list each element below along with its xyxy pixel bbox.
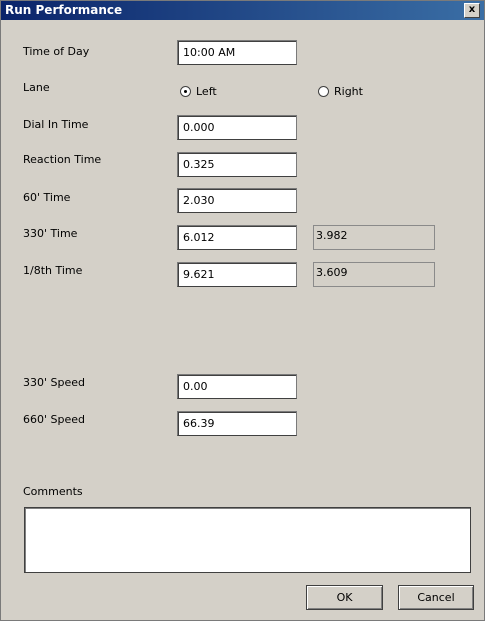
reaction-time-label: Reaction Time (23, 153, 102, 166)
radio-unselected-icon (318, 86, 329, 97)
comments-textarea[interactable] (24, 507, 471, 573)
eighth-split-readout: 3.609 (313, 262, 435, 287)
cancel-button[interactable]: Cancel (398, 585, 474, 610)
time-of-day-label: Time of Day (23, 45, 90, 58)
dial-in-time-label: Dial In Time (23, 118, 89, 131)
lane-left-radio[interactable]: Left (180, 85, 217, 98)
speed-330-input[interactable]: 0.00 (177, 374, 297, 399)
lane-left-label: Left (196, 85, 217, 98)
close-icon: x (468, 4, 476, 15)
eighth-mile-time-input[interactable]: 9.621 (177, 262, 297, 287)
run-performance-dialog: Run Performance x Time of Day 10:00 AM L… (0, 0, 485, 621)
t330-split-readout: 3.982 (313, 225, 435, 250)
close-button[interactable]: x (464, 3, 480, 18)
eighth-mile-time-label: 1/8th Time (23, 264, 83, 277)
dial-in-time-input[interactable]: 0.000 (177, 115, 297, 140)
t330-time-input[interactable]: 6.012 (177, 225, 297, 250)
window-title: Run Performance (5, 3, 123, 17)
speed-330-label: 330' Speed (23, 376, 85, 389)
comments-label: Comments (23, 485, 83, 498)
time-of-day-input[interactable]: 10:00 AM (177, 40, 297, 65)
lane-right-label: Right (334, 85, 363, 98)
sixty-foot-time-input[interactable]: 2.030 (177, 188, 297, 213)
reaction-time-input[interactable]: 0.325 (177, 152, 297, 177)
sixty-foot-time-label: 60' Time (23, 191, 71, 204)
speed-660-label: 660' Speed (23, 413, 85, 426)
radio-selected-icon (180, 86, 191, 97)
speed-660-input[interactable]: 66.39 (177, 411, 297, 436)
lane-right-radio[interactable]: Right (318, 85, 363, 98)
ok-button[interactable]: OK (306, 585, 383, 610)
lane-label: Lane (23, 81, 50, 94)
t330-time-label: 330' Time (23, 227, 78, 240)
title-bar[interactable]: Run Performance x (1, 1, 484, 20)
